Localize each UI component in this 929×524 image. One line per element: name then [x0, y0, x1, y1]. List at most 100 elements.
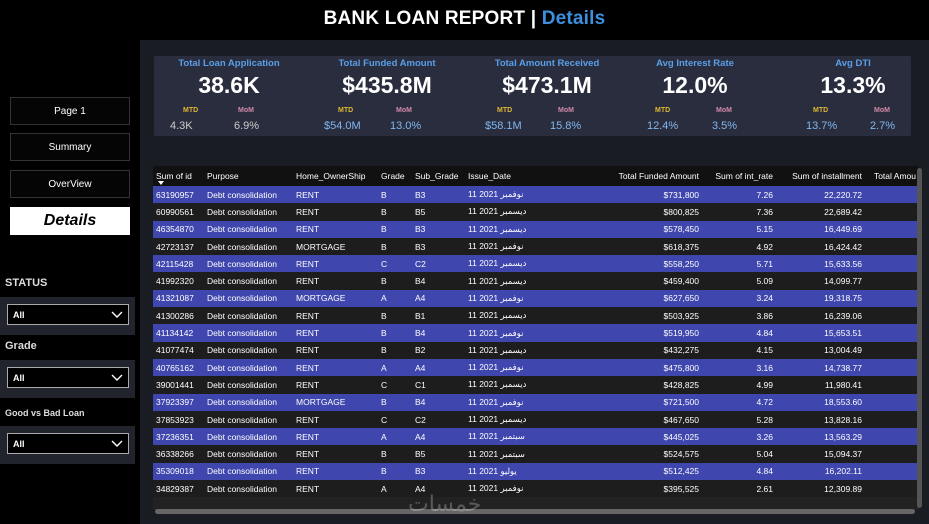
status-filter-panel: All [0, 297, 135, 335]
table-cell: 3.24 [702, 289, 776, 308]
table-cell: 7.36 [702, 203, 776, 221]
table-row[interactable]: 41077474 Debt consolidation RENT B B2 ديسمبر … [153, 341, 919, 359]
table-row[interactable]: 37236351 Debt consolidation RENT A A4 سبتمبر … [153, 428, 919, 446]
table-row[interactable]: 42723137 Debt consolidation MORTGAGE B B3 نوف… [153, 237, 919, 256]
table-cell: 16,449.69 [776, 220, 865, 238]
table-cell: C1 [412, 376, 465, 394]
table-cell: 16,239.06 [776, 307, 865, 325]
table-row[interactable]: 63190957 Debt consolidation RENT B B3 نوفمبر … [153, 186, 919, 204]
table-cell: RENT [293, 358, 378, 377]
nav-page1-button[interactable]: Page 1 [10, 97, 130, 125]
status-filter-dropdown[interactable]: All [7, 304, 129, 325]
watermark: خمسات [408, 492, 482, 517]
table-row[interactable]: 35309018 Debt consolidation RENT B B3 يوليو 2… [153, 462, 919, 481]
table-row[interactable]: 40765162 Debt consolidation RENT A A4 نوفمبر … [153, 358, 919, 377]
table-cell: B3 [412, 237, 465, 256]
kpi-mom-label: MoM [874, 107, 890, 114]
table-row[interactable]: 41134142 Debt consolidation RENT B B4 نوفمبر … [153, 324, 919, 342]
table-cell: 15,094.37 [776, 445, 865, 463]
loan-quality-filter-panel: All [0, 426, 135, 464]
column-header[interactable]: Grade [378, 166, 412, 186]
table-row[interactable]: 42115428 Debt consolidation RENT C C2 ديسمبر … [153, 255, 919, 273]
table-row[interactable]: 39001441 Debt consolidation RENT C C1 ديسمبر … [153, 376, 919, 394]
table-cell: B4 [412, 272, 465, 290]
nav-details-button[interactable]: Details [10, 207, 130, 235]
table-cell: 39001441 [153, 376, 204, 394]
table-cell: MORTGAGE [293, 289, 378, 308]
table-row[interactable]: 36338266 Debt consolidation RENT B B5 سبتمبر … [153, 445, 919, 463]
table-cell: RENT [293, 220, 378, 238]
table-cell: 7.26 [702, 186, 776, 204]
table-row[interactable]: 46354870 Debt consolidation RENT B B3 ديسمبر … [153, 220, 919, 238]
table-cell [865, 307, 919, 325]
column-header[interactable]: Total Funded Amount [555, 166, 702, 186]
table-cell [865, 289, 919, 308]
column-header[interactable]: Purpose [204, 166, 293, 186]
table-cell: B2 [412, 341, 465, 359]
grade-filter-dropdown[interactable]: All [7, 367, 129, 388]
table-cell: نوفمبر 2021 11 [465, 237, 555, 256]
table-cell: 41321087 [153, 289, 204, 308]
kpi-title: Total Loan Application [178, 58, 280, 69]
table-cell: 4.84 [702, 324, 776, 342]
table-cell: $721,500 [555, 393, 702, 411]
kpi-value: $435.8M [342, 72, 432, 98]
loan-quality-filter-dropdown[interactable]: All [7, 433, 129, 454]
kpi-mom-value: 2.7% [870, 120, 896, 132]
loan-quality-filter-value: All [13, 438, 25, 449]
sort-descending-icon[interactable] [158, 181, 164, 185]
table-cell: 40765162 [153, 358, 204, 377]
table-cell: 4.99 [702, 376, 776, 394]
table-cell: نوفمبر 2021 11 [465, 393, 555, 411]
vertical-scrollbar[interactable] [917, 168, 922, 508]
table-cell [865, 376, 919, 394]
table-row[interactable]: 41300286 Debt consolidation RENT B B1 ديسمبر … [153, 307, 919, 325]
table-cell: $524,575 [555, 445, 702, 463]
table-cell: 13,004.49 [776, 341, 865, 359]
table-row[interactable]: 37923397 Debt consolidation MORTGAGE B B4 نوف… [153, 393, 919, 411]
table-cell: نوفمبر 2021 11 [465, 358, 555, 377]
table-cell: RENT [293, 480, 378, 498]
table-row[interactable]: 41992320 Debt consolidation RENT B B4 ديسمبر … [153, 272, 919, 290]
table-cell: $475,800 [555, 358, 702, 377]
table-row[interactable]: 41321087 Debt consolidation MORTGAGE A A4 نوف… [153, 289, 919, 308]
table-cell: B [378, 220, 412, 238]
column-header[interactable]: Home_OwnerShip [293, 166, 378, 186]
kpi-mtd-value: $58.1M [485, 120, 522, 132]
column-header[interactable]: Sum of installment [776, 166, 865, 186]
column-header[interactable]: Total Amou [865, 166, 919, 186]
table-row[interactable]: 34829387 Debt consolidation RENT A A4 نوفمبر … [153, 480, 919, 498]
table-cell: $800,825 [555, 203, 702, 221]
column-header[interactable]: Sum of int_rate [702, 166, 776, 186]
table-row[interactable]: 37853923 Debt consolidation RENT C C2 ديسمبر … [153, 410, 919, 429]
nav-summary-button[interactable]: Summary [10, 133, 130, 161]
table-cell: B [378, 186, 412, 204]
table-cell [865, 445, 919, 463]
table-cell: C [378, 376, 412, 394]
table-cell: 2.61 [702, 480, 776, 498]
table-cell: B [378, 203, 412, 221]
table-cell: B1 [412, 307, 465, 325]
table-cell: B [378, 393, 412, 411]
table-cell: 12,309.89 [776, 480, 865, 498]
kpi-mtd-label: MTD [655, 107, 671, 114]
table-cell: 35309018 [153, 462, 204, 481]
kpi-mtd-label: MTD [183, 107, 199, 114]
table-cell: 3.86 [702, 307, 776, 325]
table-cell: RENT [293, 324, 378, 342]
table-cell: A [378, 428, 412, 446]
table-cell: 16,202.11 [776, 462, 865, 481]
table-cell: 16,424.42 [776, 237, 865, 256]
table-cell: B5 [412, 445, 465, 463]
table-cell: B3 [412, 186, 465, 204]
horizontal-scrollbar[interactable] [155, 509, 915, 514]
table-cell [865, 272, 919, 290]
nav-overview-button[interactable]: OverView [10, 170, 130, 198]
table-cell: A [378, 289, 412, 308]
column-header[interactable]: Sub_Grade [412, 166, 465, 186]
table-row[interactable]: 60990561 Debt consolidation RENT B B5 ديسمبر … [153, 203, 919, 221]
table-cell [865, 255, 919, 273]
column-header[interactable]: Issue_Date [465, 166, 555, 186]
table-cell: Debt consolidation [204, 462, 293, 481]
table-cell: Debt consolidation [204, 358, 293, 377]
